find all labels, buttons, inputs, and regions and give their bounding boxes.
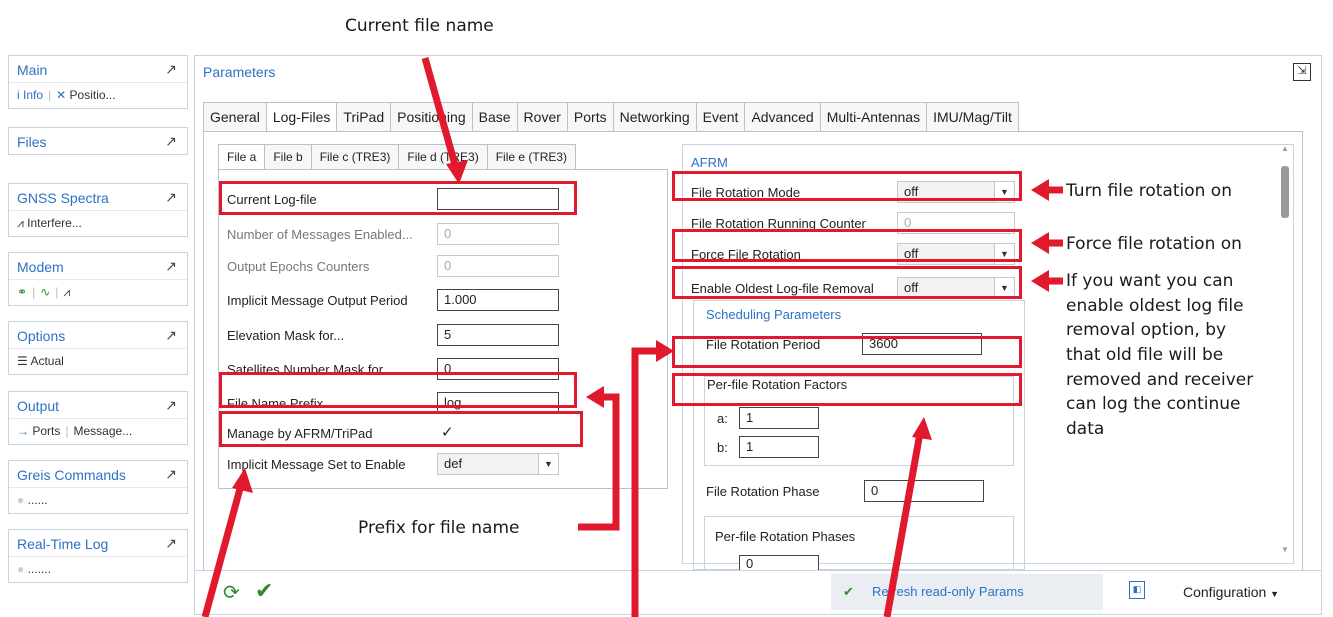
annotation-line: removal option, by: [1066, 320, 1227, 341]
annotation-turn-rotation: Turn file rotation on: [1066, 181, 1232, 201]
annotation-prefix: Prefix for file name: [358, 518, 520, 538]
annotation-oldest-removal: If you want you can enable oldest log fi…: [1066, 269, 1326, 441]
annotation-line: enable oldest log file: [1066, 295, 1244, 316]
annotation-line: If you want you can: [1066, 271, 1234, 291]
annotation-line: data: [1066, 418, 1105, 439]
annotation-line: removed and receiver: [1066, 369, 1254, 390]
annotation-force-rotation: Force file rotation on: [1066, 234, 1242, 254]
annotation-line: can log the continue: [1066, 394, 1241, 415]
annotation-line: that old file will be: [1066, 344, 1224, 365]
